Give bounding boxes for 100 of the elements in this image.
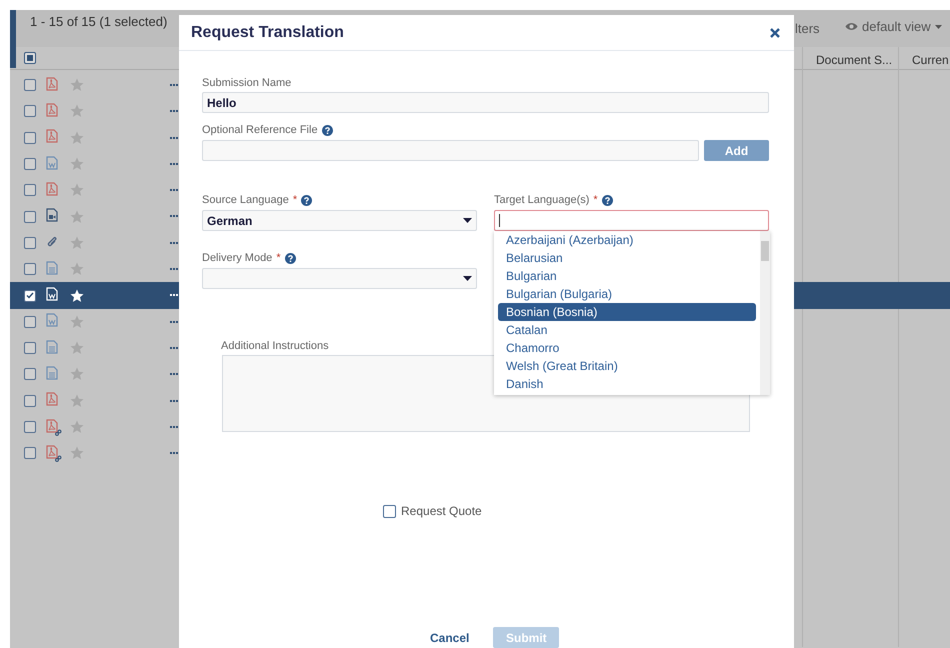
more-icon[interactable]: [170, 400, 178, 403]
language-option[interactable]: Chamorro: [498, 339, 756, 357]
scrollbar[interactable]: [760, 231, 770, 395]
more-icon[interactable]: [170, 346, 178, 350]
linked-pdf-file-icon: [46, 418, 62, 436]
dialog-title: Request Translation: [191, 22, 344, 42]
field-label: Optional Reference File: [202, 122, 318, 138]
field-label: Delivery Mode: [202, 250, 272, 266]
paperclip-icon: [46, 234, 58, 248]
language-option[interactable]: Catalan: [498, 321, 756, 339]
row-checkbox[interactable]: [24, 158, 36, 170]
field-label: Source Language: [202, 192, 289, 208]
text-file-icon: [46, 260, 58, 275]
checkbox-label: Request Quote: [401, 503, 482, 520]
row-checkbox[interactable]: [24, 236, 36, 249]
star-icon[interactable]: [70, 394, 84, 408]
close-icon[interactable]: [770, 28, 780, 38]
language-option[interactable]: Azerbaijani (Azerbaijan): [498, 231, 756, 249]
row-checkbox[interactable]: [24, 184, 36, 196]
more-icon[interactable]: [170, 268, 178, 272]
reference-file-field[interactable]: [202, 140, 699, 161]
star-icon[interactable]: [70, 130, 84, 145]
source-language-select[interactable]: German: [202, 210, 477, 231]
row-checkbox[interactable]: [24, 394, 36, 407]
row-checkbox[interactable]: [24, 79, 36, 92]
language-option[interactable]: Bulgarian (Bulgaria): [498, 285, 756, 303]
star-icon[interactable]: [70, 78, 84, 92]
filters-link[interactable]: lters: [795, 19, 820, 38]
star-icon[interactable]: [70, 210, 84, 224]
star-icon[interactable]: [70, 157, 84, 172]
required-mark: *: [593, 192, 598, 208]
more-icon[interactable]: [170, 110, 178, 114]
text-file-icon: [46, 340, 58, 354]
column-header[interactable]: Curren: [912, 51, 949, 69]
field-label: Target Language(s): [494, 192, 590, 208]
more-icon[interactable]: [170, 136, 178, 140]
linked-pdf-file-icon: [46, 444, 62, 462]
view-dropdown[interactable]: default view: [845, 17, 942, 36]
more-icon[interactable]: [170, 426, 178, 429]
pdf-file-icon: [46, 76, 58, 91]
pdf-file-icon: [46, 129, 58, 144]
star-icon[interactable]: [70, 314, 84, 329]
row-checkbox[interactable]: [24, 210, 36, 223]
row-checkbox[interactable]: [24, 132, 36, 144]
required-mark: *: [292, 192, 298, 208]
row-checkbox[interactable]: [24, 421, 36, 433]
language-option[interactable]: Bosnian (Bosnia): [498, 303, 756, 321]
record-count: 1 - 15 of 15 (1 selected): [30, 12, 168, 31]
help-icon[interactable]: [301, 194, 312, 206]
row-checkbox[interactable]: [24, 316, 36, 328]
field-label: Additional Instructions: [221, 339, 329, 352]
word-file-icon: [46, 313, 58, 328]
language-option[interactable]: Belarusian: [498, 249, 756, 267]
more-icon[interactable]: [170, 162, 178, 166]
more-icon[interactable]: [170, 373, 178, 376]
cancel-link[interactable]: Cancel: [430, 628, 470, 646]
star-icon[interactable]: [70, 236, 84, 250]
required-mark: *: [276, 250, 281, 266]
word-file-icon: [46, 156, 58, 170]
star-icon[interactable]: [70, 262, 84, 276]
language-option[interactable]: Bulgarian: [498, 267, 756, 285]
caret-icon: [934, 24, 942, 29]
star-icon[interactable]: [70, 446, 84, 460]
select-all-checkbox[interactable]: [24, 52, 36, 64]
row-checkbox[interactable]: [24, 368, 36, 380]
help-icon[interactable]: [602, 194, 613, 206]
instructions-field[interactable]: [222, 355, 750, 432]
pdf-file-icon: [46, 182, 58, 196]
pdf-file-icon: [46, 102, 58, 117]
video-file-icon: [46, 208, 58, 222]
language-option[interactable]: Danish: [498, 375, 756, 393]
more-icon[interactable]: [170, 189, 178, 192]
more-icon[interactable]: [170, 242, 178, 245]
help-icon[interactable]: [322, 124, 333, 136]
row-checkbox[interactable]: [24, 105, 36, 118]
language-option[interactable]: Welsh (Great Britain): [498, 357, 756, 375]
more-icon[interactable]: [170, 320, 178, 324]
more-icon[interactable]: [170, 452, 178, 456]
star-icon[interactable]: [70, 288, 84, 303]
star-icon[interactable]: [70, 420, 84, 434]
row-checkbox[interactable]: [24, 342, 36, 354]
column-header[interactable]: Document S...: [816, 51, 892, 69]
row-checkbox[interactable]: [24, 290, 36, 302]
row-checkbox[interactable]: [24, 447, 36, 460]
request-quote-checkbox[interactable]: [383, 504, 396, 518]
star-icon[interactable]: [70, 341, 84, 356]
pdf-file-icon: [46, 392, 58, 406]
caret-icon: [463, 218, 472, 223]
submission-name-field[interactable]: Hello: [202, 92, 769, 113]
star-icon[interactable]: [70, 104, 84, 118]
accent-bar: [10, 10, 16, 68]
more-icon[interactable]: [170, 215, 178, 218]
word-file-icon: [46, 287, 58, 302]
star-icon[interactable]: [70, 183, 84, 198]
help-icon[interactable]: [284, 252, 296, 264]
target-language-field[interactable]: [494, 210, 769, 231]
star-icon[interactable]: [70, 367, 84, 382]
row-checkbox[interactable]: [24, 263, 36, 276]
more-icon[interactable]: [170, 294, 178, 298]
more-icon[interactable]: [170, 84, 178, 87]
